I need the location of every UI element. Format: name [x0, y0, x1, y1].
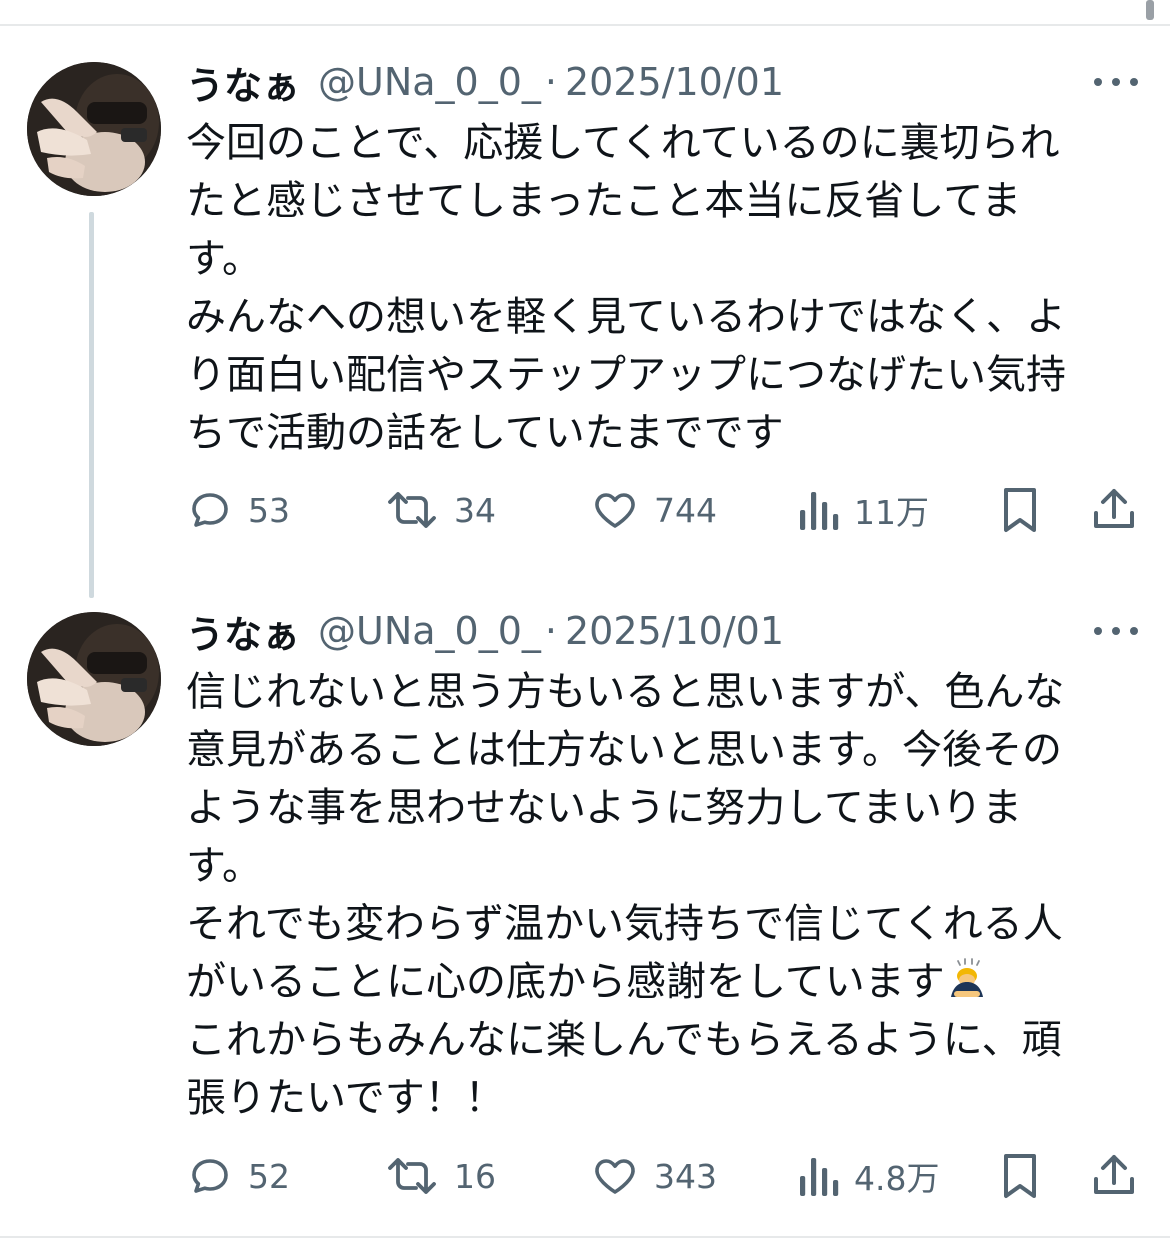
tweet-line: これからもみんなに楽しんでもらえるように、頑: [186, 1017, 1062, 1063]
views-bar-chart-icon: [800, 1158, 839, 1196]
repost-count: 34: [454, 490, 496, 530]
repost-icon: [388, 1158, 436, 1194]
separator-dot: ·: [544, 609, 557, 653]
views-button[interactable]: 11万: [796, 482, 929, 538]
views-button[interactable]: 4.8万: [796, 1148, 939, 1204]
tweet-line: 今回のことで、応援してくれているのに裏切られ: [186, 120, 1060, 166]
user-handle[interactable]: @UNa_0_0_: [318, 609, 541, 653]
like-count: 744: [654, 490, 717, 530]
reply-button[interactable]: 52: [186, 1148, 290, 1204]
view-count: 11万: [854, 493, 929, 532]
more-dots-icon[interactable]: [1094, 72, 1138, 92]
like-heart-icon: [595, 493, 635, 528]
post-date[interactable]: 2025/10/01: [565, 609, 784, 653]
post-date[interactable]: 2025/10/01: [565, 60, 784, 104]
tweet-text: 信じれないと思う方もいると思いますが、色んな 意見があることは仕方ないと思います…: [186, 663, 1126, 1127]
avatar[interactable]: [27, 612, 161, 746]
tweet-line: それでも変わらず温かい気持ちで信じてくれる人: [186, 901, 1063, 947]
repost-icon: [388, 492, 436, 528]
user-handle[interactable]: @UNa_0_0_: [318, 60, 541, 104]
tweet-line: ような事を思わせないように努力してまいりま: [186, 785, 1022, 831]
bottom-divider: [0, 1236, 1170, 1238]
avatar[interactable]: [27, 62, 161, 196]
reply-count: 53: [248, 490, 290, 530]
avatar-photo: [27, 62, 161, 196]
tweet-text: 今回のことで、応援してくれているのに裏切られ たと感じさせてしまったこと本当に反…: [186, 114, 1126, 462]
tweet-line: みんなへの想いを軽く見ているわけではなく、よ: [186, 294, 1066, 340]
reply-count: 52: [248, 1156, 290, 1196]
more-dots-icon[interactable]: [1094, 621, 1138, 641]
reply-button[interactable]: 53: [186, 482, 290, 538]
share-button[interactable]: [1090, 1148, 1138, 1204]
like-heart-icon: [595, 1159, 635, 1194]
reply-icon: [192, 493, 228, 527]
tweet-line: 張りたいです！！: [186, 1075, 505, 1121]
tweet-line: り面白い配信やステップアップにつなげたい気持: [186, 352, 1066, 398]
top-divider: [0, 24, 1170, 26]
views-bar-chart-icon: [800, 492, 839, 530]
tweet-header: うなぁ @UNa_0_0_ · 2025/10/01: [186, 54, 784, 110]
display-name[interactable]: うなぁ: [186, 55, 300, 110]
bowing-person-emoji: [950, 958, 983, 997]
bookmark-icon: [1004, 1154, 1036, 1198]
reply-icon: [192, 1159, 228, 1193]
like-button[interactable]: 744: [590, 482, 717, 538]
repost-button[interactable]: 34: [384, 482, 496, 538]
tweet-line: 意見があることは仕方ないと思います。今後その: [186, 727, 1062, 773]
display-name[interactable]: うなぁ: [186, 604, 300, 659]
action-bar: 53 34 744 11万: [186, 482, 1146, 538]
tweet-line: す。: [186, 236, 262, 282]
bookmark-icon: [1004, 488, 1036, 532]
share-icon: [1094, 1155, 1134, 1194]
repost-count: 16: [454, 1156, 496, 1196]
repost-button[interactable]: 16: [384, 1148, 496, 1204]
separator-dot: ·: [544, 60, 557, 104]
view-count: 4.8万: [854, 1159, 940, 1198]
like-count: 343: [654, 1156, 717, 1196]
like-button[interactable]: 343: [590, 1148, 717, 1204]
bookmark-button[interactable]: [998, 1148, 1042, 1204]
scroll-edge-marker: [1146, 0, 1154, 20]
action-bar: 52 16 343 4.8万: [186, 1148, 1146, 1204]
tweet-header: うなぁ @UNa_0_0_ · 2025/10/01: [186, 603, 784, 659]
tweet-line: 信じれないと思う方もいると思いますが、色んな: [186, 669, 1065, 715]
thread-connector-line: [89, 212, 94, 598]
avatar-photo: [27, 612, 161, 746]
share-icon: [1094, 489, 1134, 528]
tweet-line: ちで活動の話をしていたまでです: [186, 410, 784, 456]
tweet-line: す。: [186, 843, 262, 889]
tweet-line-text: がいることに心の底から感謝をしています: [186, 959, 945, 1005]
tweet-line-with-emoji: がいることに心の底から感謝をしています: [186, 953, 1126, 1011]
share-button[interactable]: [1090, 482, 1138, 538]
tweet-line: たと感じさせてしまったこと本当に反省してま: [186, 178, 1022, 224]
bookmark-button[interactable]: [998, 482, 1042, 538]
